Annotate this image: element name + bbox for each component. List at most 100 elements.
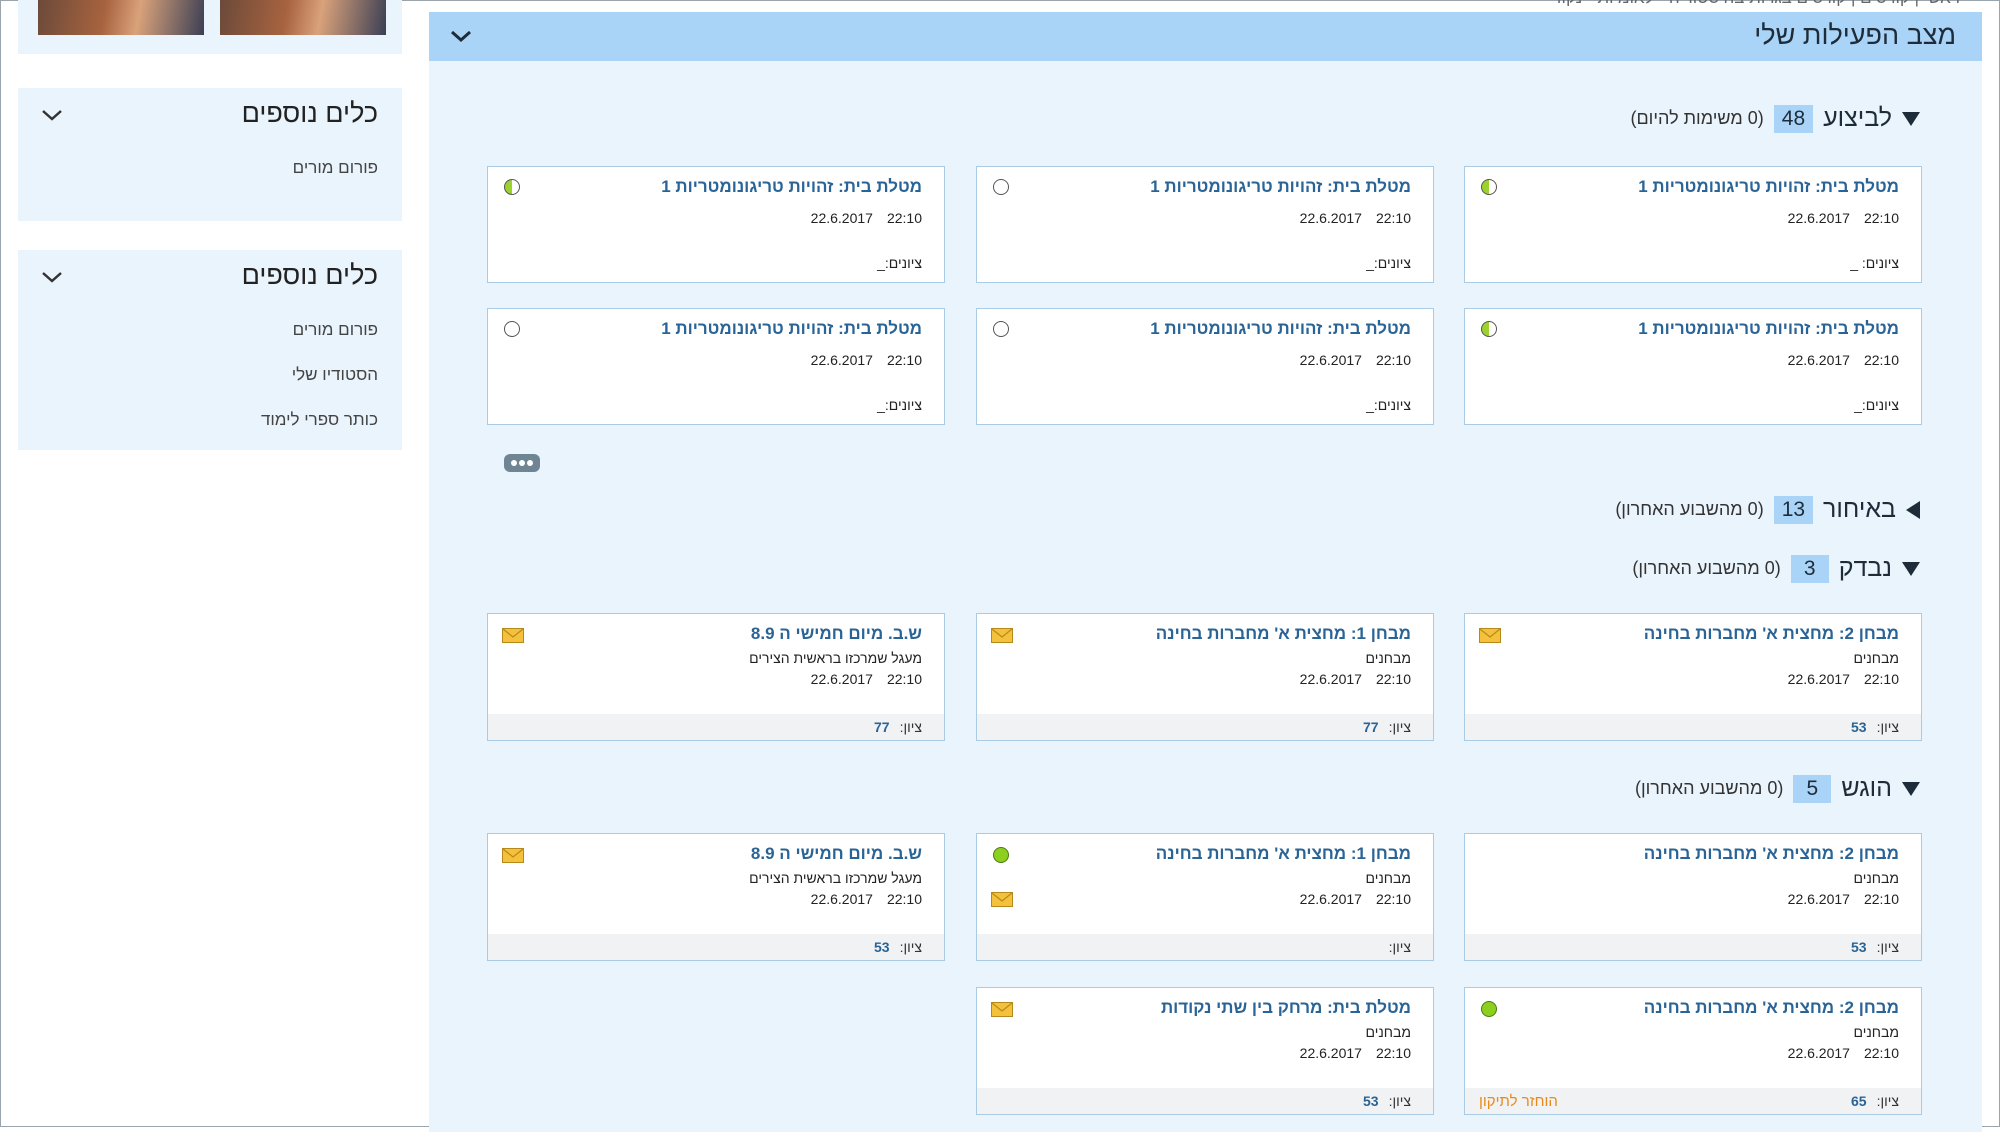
count-badge: 48 <box>1773 104 1814 133</box>
envelope-icon[interactable] <box>502 848 524 863</box>
section-checked[interactable]: נבדק 3 (0 מהשבוע האחרון) <box>1632 554 1920 583</box>
activity-panel: מצב הפעילות שלי לביצוע 48 (0 משימות להיו… <box>429 12 1982 1132</box>
task-card[interactable]: מבחן 1: מחצית א' מחברות בחינה מבחנים 22.… <box>976 613 1434 741</box>
tool-textbooks[interactable]: כותר ספרי לימוד <box>261 410 378 430</box>
envelope-icon[interactable] <box>991 892 1013 907</box>
task-title[interactable]: מבחן 2: מחצית א' מחברות בחינה <box>1644 998 1899 1018</box>
chevron-down-icon[interactable] <box>449 27 473 45</box>
task-date: 22.6.2017 22:10 <box>1787 671 1899 687</box>
section-title: נבדק <box>1838 554 1892 582</box>
task-grade: ציונים:_ <box>877 255 922 271</box>
tool-teachers-forum[interactable]: פורום מורים <box>293 320 378 340</box>
envelope-icon[interactable] <box>991 1002 1013 1017</box>
section-submitted[interactable]: הוגש 5 (0 מהשבוע האחרון) <box>1635 774 1920 803</box>
grade-value: 53 <box>873 939 890 955</box>
task-card[interactable]: מטלת בית: זהויות טריגונומטריות 1 22.6.20… <box>976 166 1434 283</box>
task-title[interactable]: ש.ב. מיום חמישי ה 8.9 <box>751 624 922 644</box>
task-card[interactable]: מבחן 2: מחצית א' מחברות בחינה מבחנים 22.… <box>1464 613 1922 741</box>
task-title[interactable]: מטלת בית: זהויות טריגונומטריות 1 <box>1638 319 1899 339</box>
partial-status-icon <box>1481 321 1497 337</box>
task-card[interactable]: מטלת בית: מרחק בין שתי נקודות מבחנים 22.… <box>976 987 1434 1115</box>
more-tools-title: כלים נוספים <box>241 98 378 128</box>
tool-my-studio[interactable]: הסטודיו שלי <box>292 365 378 385</box>
section-late[interactable]: באיחור 13 (0 מהשבוע האחרון) <box>1615 495 1920 524</box>
section-title: הוגש <box>1841 774 1892 802</box>
task-card[interactable]: מטלת בית: זהויות טריגונומטריות 1 22.6.20… <box>1464 166 1922 283</box>
collapsed-triangle-icon[interactable] <box>1906 500 1920 519</box>
course-thumbnail-image[interactable] <box>220 0 386 35</box>
more-options-icon[interactable] <box>503 453 541 473</box>
task-card[interactable]: מטלת בית: זהויות טריגונומטריות 1 22.6.20… <box>487 308 945 425</box>
card-footer: ציון: <box>977 934 1433 960</box>
more-tools-box: כלים נוספים פורום מורים <box>18 88 402 221</box>
expand-triangle-icon[interactable] <box>1902 781 1920 796</box>
task-grade: ציונים:_ <box>1366 255 1411 271</box>
task-card[interactable]: מבחן 2: מחצית א' מחברות בחינה מבחנים 22.… <box>1464 987 1922 1115</box>
task-card[interactable]: מטלת בית: זהויות טריגונומטריות 1 22.6.20… <box>1464 308 1922 425</box>
task-card[interactable]: מטלת בית: זהויות טריגונומטריות 1 22.6.20… <box>976 308 1434 425</box>
task-title[interactable]: מטלת בית: זהויות טריגונומטריות 1 <box>661 177 922 197</box>
task-date: 22.6.2017 22:10 <box>1299 210 1411 226</box>
panel-header[interactable]: מצב הפעילות שלי <box>429 12 1982 61</box>
returned-for-correction-label: הוחזר לתיקון <box>1479 1093 1558 1110</box>
task-title[interactable]: מבחן 1: מחצית א' מחברות בחינה <box>1156 624 1411 644</box>
task-title[interactable]: מבחן 1: מחצית א' מחברות בחינה <box>1156 844 1411 864</box>
envelope-icon[interactable] <box>1479 628 1501 643</box>
grade-value: 65 <box>1850 1093 1867 1109</box>
task-title[interactable]: מטלת בית: זהויות טריגונומטריות 1 <box>1150 177 1411 197</box>
card-footer: ציון:65 הוחזר לתיקון <box>1465 1088 1921 1114</box>
task-subtitle: מעגל שמרכזו בראשית הצירים <box>749 870 922 886</box>
section-todo[interactable]: לביצוע 48 (0 משימות להיום) <box>1630 104 1920 133</box>
task-date: 22.6.2017 22:10 <box>810 210 922 226</box>
count-badge: 13 <box>1773 495 1814 524</box>
course-thumbnails <box>18 0 402 54</box>
task-title[interactable]: מטלת בית: זהויות טריגונומטריות 1 <box>661 319 922 339</box>
task-grade: ציונים:_ <box>877 397 922 413</box>
task-card[interactable]: מטלת בית: זהויות טריגונומטריות 1 22.6.20… <box>487 166 945 283</box>
task-subtitle: מבחנים <box>1365 1024 1411 1040</box>
task-title[interactable]: מטלת בית: זהויות טריגונומטריות 1 <box>1150 319 1411 339</box>
tool-teachers-forum[interactable]: פורום מורים <box>293 158 378 178</box>
empty-status-icon <box>993 179 1009 195</box>
partial-status-icon <box>1481 179 1497 195</box>
chevron-down-icon[interactable] <box>40 106 64 124</box>
task-card[interactable]: ש.ב. מיום חמישי ה 8.9 מעגל שמרכזו בראשית… <box>487 833 945 961</box>
task-date: 22.6.2017 22:10 <box>1787 1045 1899 1061</box>
more-tools-box: כלים נוספים פורום מורים הסטודיו שלי כותר… <box>18 250 402 450</box>
grade-value: 53 <box>1850 719 1867 735</box>
task-title[interactable]: ש.ב. מיום חמישי ה 8.9 <box>751 844 922 864</box>
grade-value: 53 <box>1850 939 1867 955</box>
section-title: באיחור <box>1823 495 1896 523</box>
task-subtitle: מעגל שמרכזו בראשית הצירים <box>749 650 922 666</box>
partial-status-icon <box>504 179 520 195</box>
card-footer: ציון:53 <box>488 934 944 960</box>
task-date: 22.6.2017 22:10 <box>1299 352 1411 368</box>
complete-status-icon <box>993 847 1009 863</box>
task-title[interactable]: מבחן 2: מחצית א' מחברות בחינה <box>1644 624 1899 644</box>
breadcrumb[interactable]: ראשי | קורסים | קורסים בגרות בהיסטוריה -… <box>1552 0 1960 8</box>
card-footer: ציון:77 <box>977 714 1433 740</box>
task-grade: ציונים:_ <box>1366 397 1411 413</box>
more-tools-title: כלים נוספים <box>241 260 378 290</box>
panel-title: מצב הפעילות שלי <box>1754 20 1956 50</box>
section-note: (0 מהשבוע האחרון) <box>1615 499 1764 519</box>
grade-value: 77 <box>1362 719 1379 735</box>
expand-triangle-icon[interactable] <box>1902 111 1920 126</box>
card-footer: ציון:53 <box>1465 714 1921 740</box>
task-title[interactable]: מטלת בית: זהויות טריגונומטריות 1 <box>1638 177 1899 197</box>
task-title[interactable]: מטלת בית: מרחק בין שתי נקודות <box>1161 998 1411 1018</box>
chevron-down-icon[interactable] <box>40 268 64 286</box>
envelope-icon[interactable] <box>502 628 524 643</box>
section-note: (0 מהשבוע האחרון) <box>1634 778 1784 798</box>
task-card[interactable]: ש.ב. מיום חמישי ה 8.9 מעגל שמרכזו בראשית… <box>487 613 945 741</box>
expand-triangle-icon[interactable] <box>1902 561 1920 576</box>
count-badge: 3 <box>1790 554 1829 583</box>
grade-value: 77 <box>873 719 890 735</box>
task-grade: ציונים: _ <box>1850 255 1899 271</box>
task-title[interactable]: מבחן 2: מחצית א' מחברות בחינה <box>1644 844 1899 864</box>
task-card[interactable]: מבחן 2: מחצית א' מחברות בחינה מבחנים 22.… <box>1464 833 1922 961</box>
task-card[interactable]: מבחן 1: מחצית א' מחברות בחינה מבחנים 22.… <box>976 833 1434 961</box>
course-thumbnail-image[interactable] <box>38 0 204 35</box>
task-subtitle: מבחנים <box>1365 650 1411 666</box>
envelope-icon[interactable] <box>991 628 1013 643</box>
